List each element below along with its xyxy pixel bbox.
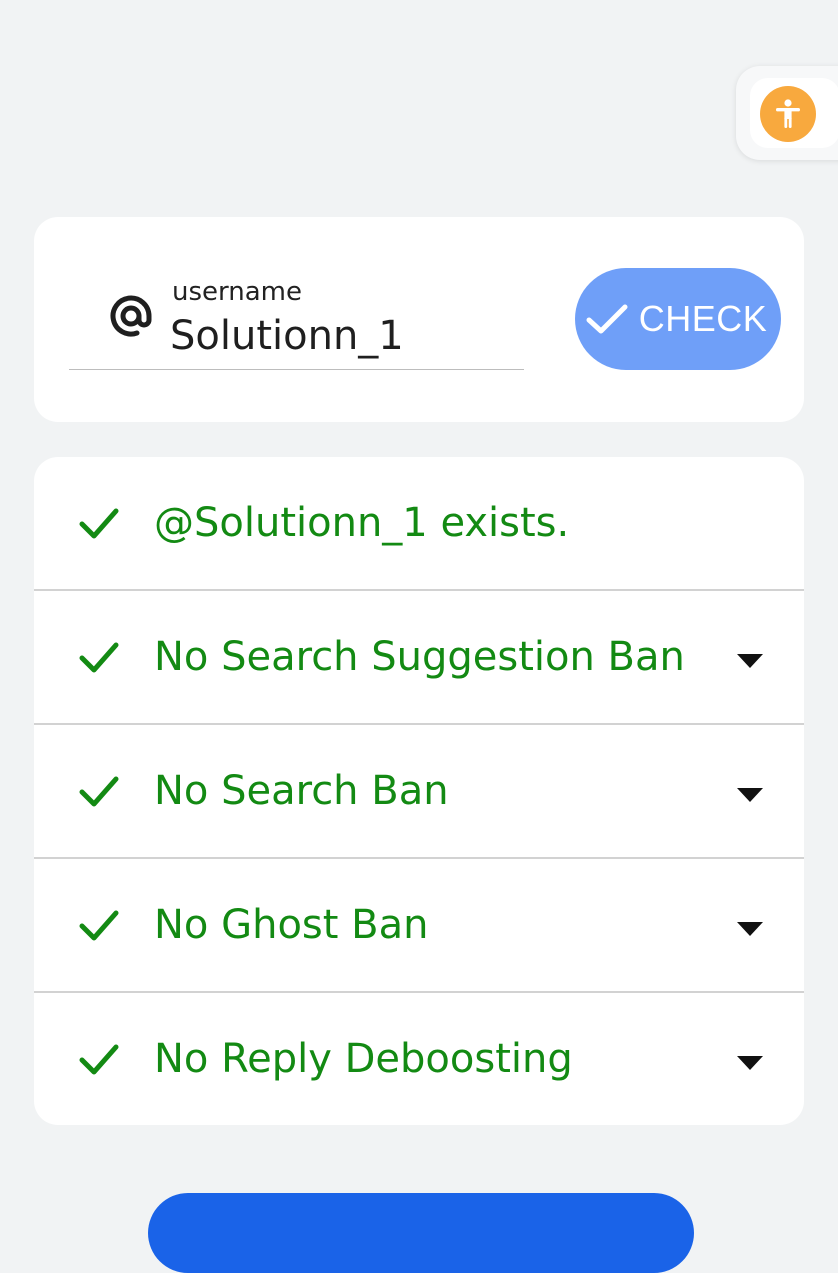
check-button[interactable]: CHECK — [575, 268, 781, 370]
check-icon — [79, 910, 119, 941]
result-label: No Search Ban — [154, 768, 449, 814]
result-label: No Reply Deboosting — [154, 1036, 573, 1082]
username-search-card: username Solutionn_1 CHECK — [34, 217, 804, 422]
result-row-exists: @Solutionn_1 exists. — [34, 457, 804, 589]
results-card: @Solutionn_1 exists. No Search Suggestio… — [34, 457, 804, 1125]
caret-down-icon[interactable] — [736, 1055, 764, 1071]
accessibility-widget[interactable] — [736, 66, 838, 160]
result-label: No Search Suggestion Ban — [154, 634, 685, 680]
check-button-label: CHECK — [638, 298, 768, 339]
result-row-search-suggestion-ban[interactable]: No Search Suggestion Ban — [34, 591, 804, 723]
result-row-ghost-ban[interactable]: No Ghost Ban — [34, 859, 804, 991]
result-label: No Ghost Ban — [154, 902, 429, 948]
caret-down-icon[interactable] — [736, 787, 764, 803]
accessibility-icon — [760, 86, 816, 142]
username-label: username — [172, 277, 302, 307]
username-input[interactable]: Solutionn_1 — [170, 313, 404, 359]
at-sign-icon — [104, 289, 158, 343]
result-row-reply-deboosting[interactable]: No Reply Deboosting — [34, 993, 804, 1125]
check-icon — [79, 776, 119, 807]
check-icon — [586, 304, 628, 334]
check-icon — [79, 642, 119, 673]
accessibility-button[interactable] — [750, 78, 838, 148]
caret-down-icon[interactable] — [736, 653, 764, 669]
bottom-action-button[interactable] — [148, 1193, 694, 1273]
result-label: @Solutionn_1 exists. — [154, 500, 570, 546]
username-input-underline — [69, 369, 524, 370]
caret-down-icon[interactable] — [736, 921, 764, 937]
check-icon — [79, 1044, 119, 1075]
result-row-search-ban[interactable]: No Search Ban — [34, 725, 804, 857]
check-icon — [79, 508, 119, 539]
